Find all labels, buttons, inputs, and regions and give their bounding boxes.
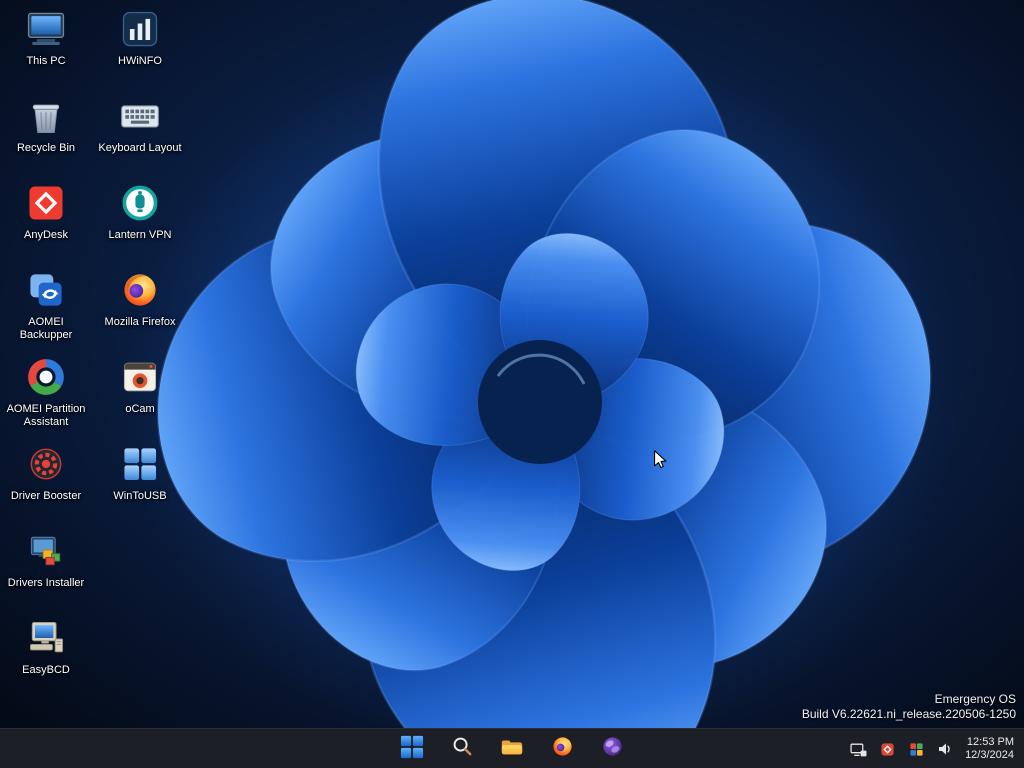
this-pc-icon: [23, 6, 69, 52]
build-line2: Build V6.22621.ni_release.220506-1250: [802, 707, 1016, 722]
desktop-icon-driver-booster[interactable]: Driver Booster: [0, 435, 92, 522]
firefox-icon: [551, 735, 574, 763]
ocam-icon: [117, 354, 163, 400]
purple-app-button[interactable]: [593, 732, 631, 766]
color-profile-icon[interactable]: [907, 740, 925, 758]
desktop-icon-label: HWiNFO: [118, 55, 162, 68]
desktop-icon-label: Mozilla Firefox: [105, 316, 176, 329]
desktop-icon-hwinfo[interactable]: HWiNFO: [94, 0, 186, 87]
desktop-icon-recycle-bin[interactable]: Recycle Bin: [0, 87, 92, 174]
desktop-icon-label: Driver Booster: [11, 490, 81, 503]
folder-icon: [500, 735, 524, 764]
system-tray: 12:53 PM 12/3/2024: [849, 729, 1018, 768]
desktop-icon-label: EasyBCD: [22, 664, 70, 677]
desktop-icon-grid: This PC HWiNFO: [0, 0, 188, 696]
firefox-button[interactable]: [543, 732, 581, 766]
start-button[interactable]: [393, 732, 431, 766]
lantern-vpn-icon: [117, 180, 163, 226]
easybcd-icon: [23, 615, 69, 661]
build-info: Emergency OS Build V6.22621.ni_release.2…: [802, 692, 1016, 722]
search-button[interactable]: [443, 732, 481, 766]
desktop: This PC HWiNFO: [0, 0, 1024, 768]
clock-date: 12/3/2024: [965, 749, 1014, 763]
desktop-icon-label: WinToUSB: [113, 490, 166, 503]
desktop-icon-drivers-installer[interactable]: Drivers Installer: [0, 522, 92, 609]
aomei-partition-icon: [23, 354, 69, 400]
keyboard-icon: [117, 93, 163, 139]
desktop-icon-label: oCam: [125, 403, 154, 416]
desktop-icon-keyboard-layout[interactable]: Keyboard Layout: [94, 87, 186, 174]
desktop-icon-aomei-backupper[interactable]: AOMEI Backupper: [0, 261, 92, 348]
anydesk-tray-icon[interactable]: [878, 740, 896, 758]
clock-time: 12:53 PM: [965, 736, 1014, 750]
desktop-icon-label: AOMEI Partition Assistant: [1, 403, 91, 429]
taskbar-center-icons: [393, 729, 631, 768]
desktop-icon-easybcd[interactable]: EasyBCD: [0, 609, 92, 696]
desktop-icon-label: Keyboard Layout: [98, 142, 181, 155]
desktop-icon-label: AnyDesk: [24, 229, 68, 242]
volume-icon[interactable]: [936, 740, 954, 758]
recycle-bin-icon: [23, 93, 69, 139]
desktop-icon-firefox[interactable]: Mozilla Firefox: [94, 261, 186, 348]
driver-booster-icon: [23, 441, 69, 487]
desktop-icon-this-pc[interactable]: This PC: [0, 0, 92, 87]
desktop-icon-anydesk[interactable]: AnyDesk: [0, 174, 92, 261]
desktop-icon-ocam[interactable]: oCam: [94, 348, 186, 435]
desktop-icon-aomei-partition[interactable]: AOMEI Partition Assistant: [0, 348, 92, 435]
aomei-backupper-icon: [23, 267, 69, 313]
anydesk-icon: [23, 180, 69, 226]
desktop-icon-label: Lantern VPN: [109, 229, 172, 242]
hwinfo-icon: [117, 6, 163, 52]
desktop-icon-label: Drivers Installer: [8, 577, 84, 590]
drivers-installer-icon: [23, 528, 69, 574]
desktop-icon-label: Recycle Bin: [17, 142, 75, 155]
desktop-icon-label: This PC: [26, 55, 65, 68]
desktop-icon-lantern-vpn[interactable]: Lantern VPN: [94, 174, 186, 261]
search-icon: [451, 735, 474, 763]
windows-logo-icon: [400, 735, 424, 764]
desktop-icon-label: AOMEI Backupper: [1, 316, 91, 342]
wintousb-icon: [117, 441, 163, 487]
cursor-arrow-icon: [650, 448, 672, 470]
file-explorer-button[interactable]: [493, 732, 531, 766]
build-line1: Emergency OS: [802, 692, 1016, 707]
firefox-icon: [117, 267, 163, 313]
desktop-icon-wintousb[interactable]: WinToUSB: [94, 435, 186, 522]
display-network-icon[interactable]: [849, 740, 867, 758]
taskbar: 12:53 PM 12/3/2024: [0, 728, 1024, 768]
purple-app-icon: [601, 735, 624, 763]
tray-clock[interactable]: 12:53 PM 12/3/2024: [965, 736, 1018, 763]
